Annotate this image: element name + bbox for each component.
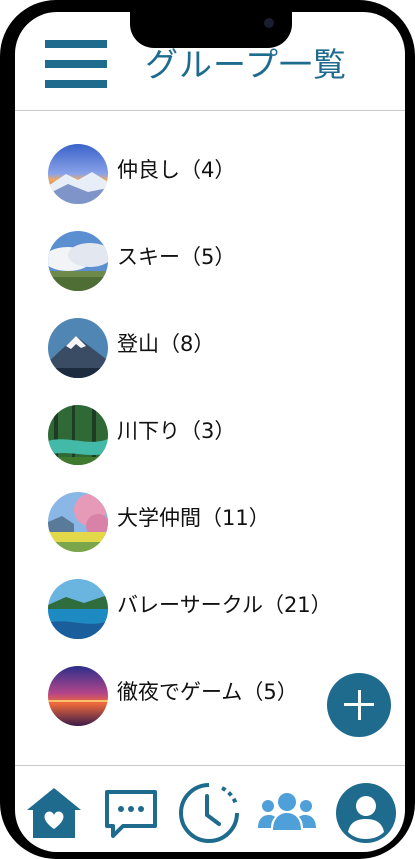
camera-icon: [264, 18, 274, 28]
group-avatar: [48, 318, 108, 378]
chat-icon[interactable]: [101, 782, 163, 844]
group-avatar: [48, 666, 108, 726]
group-label: スキー（5）: [117, 245, 236, 269]
group-avatar: [48, 231, 108, 291]
group-label: 川下り（3）: [117, 419, 236, 443]
group-item[interactable]: 仲良し（4）: [48, 144, 378, 206]
group-item[interactable]: スキー（5）: [48, 231, 378, 293]
group-avatar: [48, 144, 108, 204]
add-group-button[interactable]: [327, 673, 391, 737]
group-label: 仲良し（4）: [117, 158, 236, 182]
home-heart-icon[interactable]: [23, 782, 85, 844]
group-label: 登山（8）: [117, 332, 215, 356]
group-item[interactable]: バレーサークル（21）: [48, 579, 378, 641]
group-item[interactable]: 登山（8）: [48, 318, 378, 380]
page-title: グループ一覧: [145, 45, 348, 84]
user-icon[interactable]: [335, 782, 397, 844]
device-notch: [130, 12, 292, 48]
group-label: バレーサークル（21）: [117, 593, 332, 617]
group-item[interactable]: 大学仲間（11）: [48, 492, 378, 554]
group-avatar: [48, 579, 108, 639]
app-screen: グループ一覧 仲良し（4） スキー（5） 登山（8） 川下り（3） 大学仲間（1…: [15, 12, 405, 852]
hamburger-icon[interactable]: [45, 40, 107, 88]
group-icon[interactable]: [256, 782, 318, 844]
phone-frame: グループ一覧 仲良し（4） スキー（5） 登山（8） 川下り（3） 大学仲間（1…: [0, 0, 415, 859]
group-label: 大学仲間（11）: [117, 506, 270, 530]
clock-icon[interactable]: [178, 782, 240, 844]
group-avatar: [48, 405, 108, 465]
group-label: 徹夜でゲーム（5）: [117, 680, 298, 704]
bottom-tab-bar: [15, 765, 405, 852]
group-item[interactable]: 川下り（3）: [48, 405, 378, 467]
group-avatar: [48, 492, 108, 552]
